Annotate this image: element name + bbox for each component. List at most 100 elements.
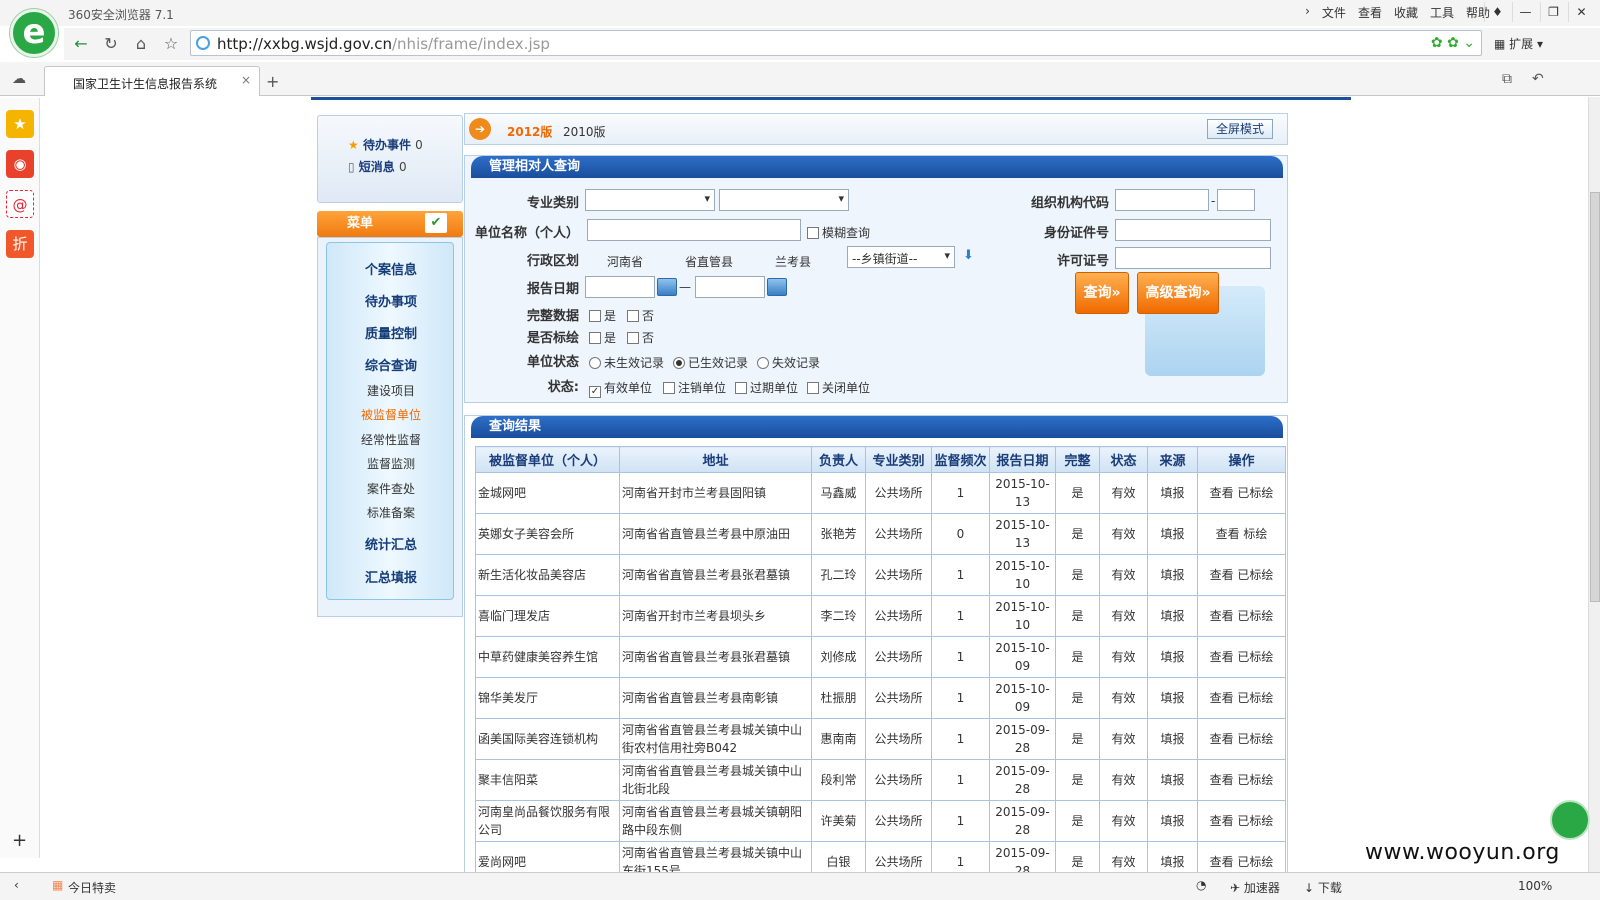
submenu-supervised-units[interactable]: 被监督单位	[327, 406, 455, 423]
menu-file[interactable]: 文件	[1322, 4, 1346, 21]
discount-icon[interactable]: 折	[6, 230, 34, 258]
view-link[interactable]: 查看	[1210, 691, 1234, 705]
back-icon[interactable]: ←	[70, 33, 92, 55]
menu-view[interactable]: 查看	[1358, 4, 1382, 21]
col-complete[interactable]: 完整	[1055, 446, 1100, 473]
state-valid[interactable]: ✓ 有效单位	[589, 379, 652, 398]
plot-link[interactable]: 已标绘	[1237, 568, 1273, 582]
download-button[interactable]: ↓ 下载	[1304, 879, 1342, 896]
col-person[interactable]: 负责人	[811, 446, 866, 473]
col-report-date[interactable]: 报告日期	[989, 446, 1056, 473]
plot-link[interactable]: 已标绘	[1237, 855, 1273, 869]
menu-comprehensive-query[interactable]: 综合查询	[327, 355, 455, 374]
refresh-icon[interactable]: ↻	[100, 33, 122, 55]
town-select[interactable]: --乡镇街道--	[847, 246, 955, 268]
table-row[interactable]: 锦华美发厅 河南省省直管县兰考县南彰镇 杜振朋 公共场所 1 2015-10-09 是有效填…	[475, 677, 1286, 719]
star-icon[interactable]: ☆	[160, 33, 182, 55]
vertical-scrollbar[interactable]	[1588, 97, 1600, 872]
accelerator-button[interactable]: ✈ 加速器	[1230, 879, 1280, 896]
col-status[interactable]: 状态	[1099, 446, 1148, 473]
fuzzy-query-option[interactable]: 模糊查询	[807, 224, 870, 241]
extensions-button[interactable]: ▦ 扩展 ▾	[1494, 35, 1543, 52]
today-deals[interactable]: 今日特卖	[68, 879, 116, 896]
table-row[interactable]: 中草药健康美容养生馆 河南省省直管县兰考县张君墓镇 刘修成 公共场所 1 2015-10-…	[475, 636, 1286, 678]
state-overdue[interactable]: 过期单位	[735, 379, 798, 396]
marked-no[interactable]: 否	[627, 329, 654, 346]
url-text[interactable]: http://xxbg.wsjd.gov.cn/nhis/frame/index…	[217, 35, 550, 53]
zoom-level[interactable]: 100%	[1518, 879, 1552, 893]
marked-yes[interactable]: 是	[589, 329, 616, 346]
plot-link[interactable]: 已标绘	[1237, 650, 1273, 664]
col-address[interactable]: 地址	[619, 446, 812, 473]
category-select-2[interactable]	[719, 189, 849, 211]
gift-icon[interactable]: ▦	[52, 878, 63, 892]
checkbox[interactable]	[663, 382, 675, 394]
date-from-input[interactable]	[585, 276, 655, 298]
checkbox[interactable]	[807, 382, 819, 394]
calendar-icon[interactable]	[767, 278, 787, 296]
version-2010[interactable]: 2010版	[563, 123, 606, 140]
complete-yes[interactable]: 是	[589, 307, 616, 324]
menu-todo-items[interactable]: 待办事项	[327, 291, 455, 310]
tab-active[interactable]: 国家卫生计生信息报告系统 ×	[44, 66, 260, 96]
license-input[interactable]	[1115, 247, 1271, 269]
org-code-input[interactable]	[1115, 189, 1209, 211]
cloud-icon[interactable]: ☁	[12, 71, 26, 87]
scroll-thumb[interactable]	[1590, 192, 1600, 602]
security-icons[interactable]: ✿ ✿ ⌄	[1431, 35, 1475, 51]
menu-quality-control[interactable]: 质量控制	[327, 323, 455, 342]
plot-link[interactable]: 已标绘	[1237, 609, 1273, 623]
plot-link[interactable]: 已标绘	[1237, 773, 1273, 787]
plot-link[interactable]: 已标绘	[1237, 691, 1273, 705]
status-expired[interactable]: 失效记录	[757, 354, 820, 371]
fuzzy-checkbox[interactable]	[807, 227, 819, 239]
unit-name-input[interactable]	[587, 219, 801, 241]
category-select-1[interactable]	[585, 189, 715, 211]
state-cancelled[interactable]: 注销单位	[663, 379, 726, 396]
radio[interactable]	[589, 357, 601, 369]
collapse-icon[interactable]: ‹	[14, 878, 19, 892]
status-activated[interactable]: 已生效记录	[673, 354, 748, 371]
view-link[interactable]: 查看	[1210, 814, 1234, 828]
menu-tools[interactable]: 工具	[1430, 4, 1454, 21]
shirt-icon[interactable]: ♦	[1484, 2, 1510, 22]
address-bar[interactable]: http://xxbg.wsjd.gov.cn/nhis/frame/index…	[190, 30, 1482, 56]
col-category[interactable]: 专业类别	[865, 446, 932, 473]
arrow-down-icon[interactable]: ⬇	[963, 248, 974, 263]
mail-icon[interactable]: @	[6, 190, 34, 218]
table-row[interactable]: 喜临门理发店 河南省开封市兰考县坝头乡 李二玲 公共场所 1 2015-10-10 是有效填…	[475, 595, 1286, 637]
tab-close-icon[interactable]: ×	[241, 73, 251, 87]
view-link[interactable]: 查看	[1210, 568, 1234, 582]
network-icon[interactable]: ◔	[1196, 878, 1206, 892]
table-row[interactable]: 英娜女子美容会所 河南省省直管县兰考县中原油田 张艳芳 公共场所 0 2015-10-13…	[475, 513, 1286, 555]
home-icon[interactable]: ⌂	[130, 33, 152, 55]
arrow-right-icon[interactable]: ➔	[469, 118, 491, 140]
state-closed[interactable]: 关闭单位	[807, 379, 870, 396]
checkbox[interactable]	[735, 382, 747, 394]
submenu-construction[interactable]: 建设项目	[327, 382, 455, 399]
short-messages[interactable]: ▯ 短消息 0	[348, 158, 407, 175]
submenu-case-handling[interactable]: 案件查处	[327, 480, 455, 497]
view-link[interactable]: 查看	[1210, 609, 1234, 623]
col-unit[interactable]: 被监督单位（个人）	[475, 446, 620, 473]
search-button[interactable]: 查询»	[1075, 272, 1129, 314]
table-row[interactable]: 新生活化妆品美容店 河南省省直管县兰考县张君墓镇 孔二玲 公共场所 1 2015-10-1…	[475, 554, 1286, 596]
view-link[interactable]: 查看	[1210, 855, 1234, 869]
checkbox[interactable]	[627, 310, 639, 322]
undo-close-icon[interactable]: ↶	[1532, 71, 1544, 87]
close-icon[interactable]: ✕	[1568, 2, 1594, 22]
menu-case-info[interactable]: 个案信息	[327, 259, 455, 278]
view-link[interactable]: 查看	[1210, 486, 1234, 500]
menu-summary-report[interactable]: 汇总填报	[327, 567, 455, 586]
restore-tab-icon[interactable]: ⧉	[1502, 71, 1512, 87]
date-to-input[interactable]	[695, 276, 765, 298]
plot-link[interactable]: 已标绘	[1237, 732, 1273, 746]
col-frequency[interactable]: 监督频次	[931, 446, 990, 473]
maximize-icon[interactable]: ❐	[1540, 2, 1566, 22]
submenu-monitoring[interactable]: 监督监测	[327, 455, 455, 472]
version-2012[interactable]: 2012版	[507, 123, 552, 140]
table-row[interactable]: 河南皇尚品餐饮服务有限公司 河南省省直管县兰考县城关镇朝阳路中段东侧 许美菊 公共场所…	[475, 800, 1286, 842]
submenu-standards[interactable]: 标准备案	[327, 504, 455, 521]
table-row[interactable]: 聚丰信阳菜 河南省省直管县兰考县城关镇中山北街北段 段利常 公共场所 1 2015-09-…	[475, 759, 1286, 801]
checkbox[interactable]: ✓	[589, 386, 601, 398]
